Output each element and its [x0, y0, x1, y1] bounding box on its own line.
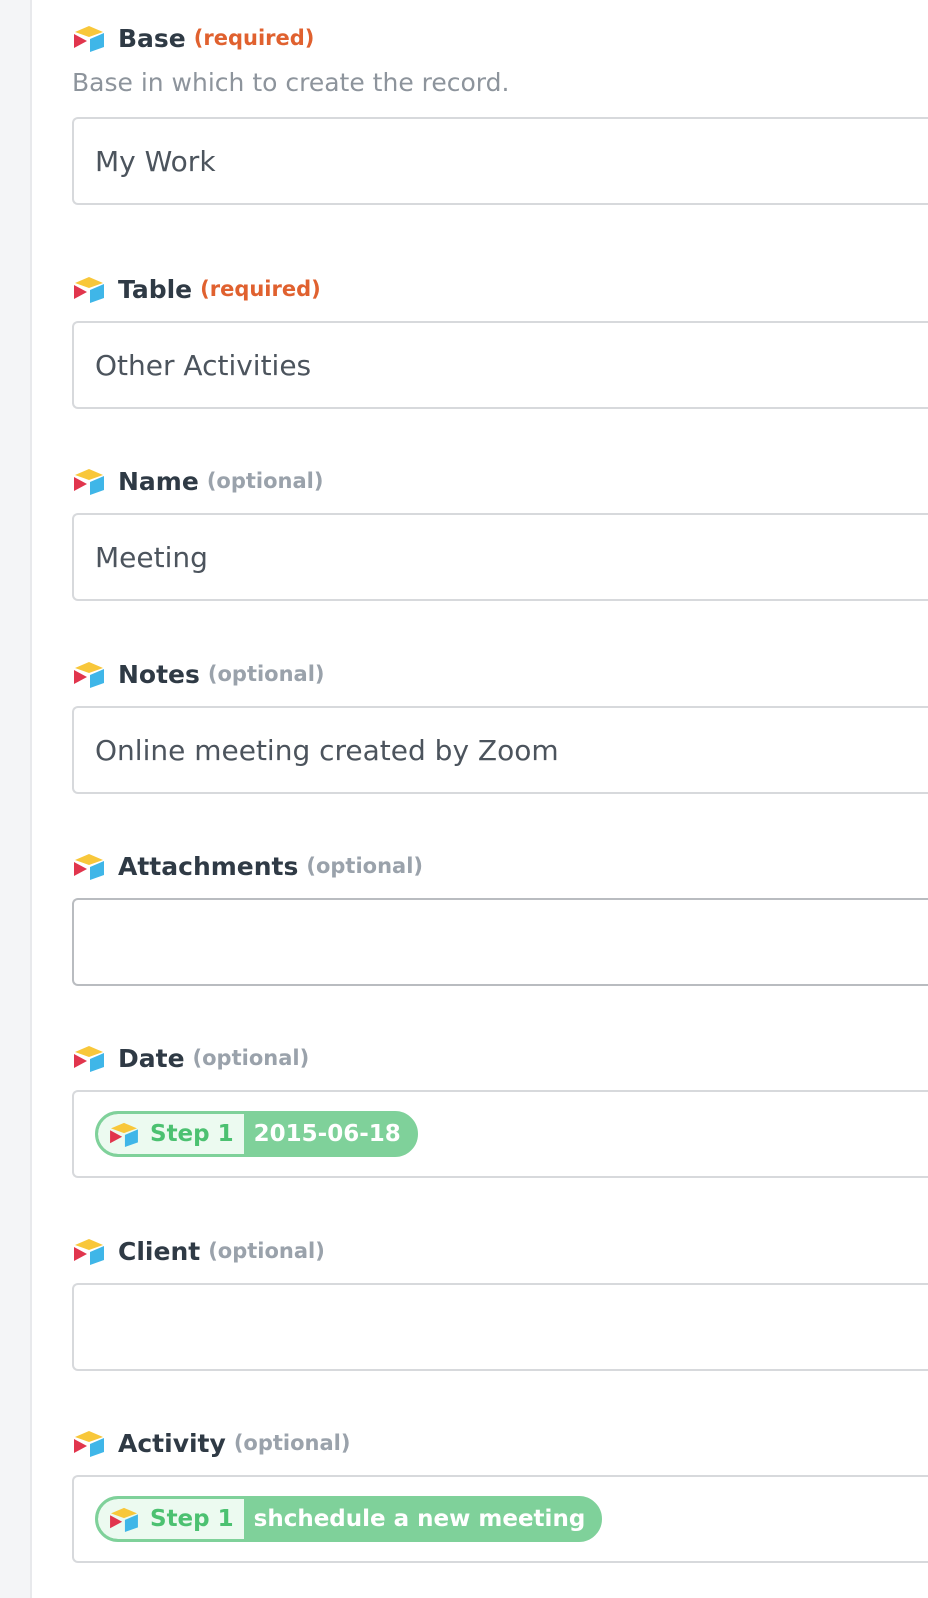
field-activity: Activity (optional) Step 1 shchedule a n… — [72, 1423, 928, 1563]
airtable-app-icon — [74, 1239, 104, 1265]
field-name-row: Name (optional) Meeting — [72, 461, 928, 601]
mapped-field-pill[interactable]: Step 1 shchedule a new meeting — [95, 1496, 603, 1542]
pill-step: Step 1 — [98, 1114, 244, 1154]
field-help-text: Base in which to create the record. — [72, 68, 510, 97]
airtable-app-icon — [74, 1046, 104, 1072]
field-name: Name — [118, 466, 199, 496]
airtable-app-icon — [74, 1431, 104, 1457]
field-name: Client — [118, 1236, 201, 1266]
name-input[interactable]: Meeting — [72, 513, 928, 601]
field-table: Table (required) Other Activities — [72, 269, 928, 409]
field-notes: Notes (optional) Online meeting created … — [72, 654, 928, 794]
airtable-app-icon — [74, 277, 104, 303]
optional-tag: (optional) — [208, 1239, 325, 1263]
optional-tag: (optional) — [192, 1046, 310, 1070]
field-name: Date — [118, 1043, 185, 1073]
optional-tag: (optional) — [233, 1431, 351, 1455]
pill-step-label: Step 1 — [150, 1121, 234, 1147]
field-date: Date (optional) Step 1 2015-06-18 — [72, 1038, 928, 1178]
field-name: Notes — [118, 659, 200, 689]
field-label: Client (optional) — [72, 1231, 928, 1271]
client-input[interactable] — [72, 1283, 928, 1371]
mapped-field-pill[interactable]: Step 1 2015-06-18 — [95, 1111, 418, 1157]
field-client: Client (optional) — [72, 1231, 928, 1371]
field-name: Activity — [118, 1428, 226, 1458]
optional-tag: (optional) — [206, 469, 324, 493]
airtable-app-icon — [74, 26, 104, 52]
date-input[interactable]: Step 1 2015-06-18 — [72, 1090, 928, 1178]
optional-tag: (optional) — [207, 662, 325, 686]
activity-input[interactable]: Step 1 shchedule a new meeting — [72, 1475, 928, 1563]
required-tag: (required) — [193, 26, 315, 50]
field-name: Table — [118, 274, 193, 304]
pill-step: Step 1 — [98, 1499, 244, 1539]
field-base: Base (required) Base in which to create … — [72, 18, 928, 205]
airtable-app-icon — [74, 469, 104, 495]
notes-input[interactable]: Online meeting created by Zoom — [72, 706, 928, 794]
pill-step-label: Step 1 — [150, 1506, 234, 1532]
field-name: Base — [118, 23, 186, 53]
field-label: Name (optional) — [72, 461, 928, 501]
airtable-app-icon — [74, 662, 104, 688]
field-attachments: Attachments (optional) — [72, 846, 928, 986]
table-input[interactable]: Other Activities — [72, 321, 928, 409]
field-label: Notes (optional) — [72, 654, 928, 694]
record-form: Base (required) Base in which to create … — [0, 0, 928, 1598]
airtable-app-icon — [110, 1122, 138, 1147]
field-label: Activity (optional) — [72, 1423, 928, 1463]
airtable-app-icon — [74, 854, 104, 880]
pill-value: shchedule a new meeting — [253, 1506, 586, 1532]
field-label: Date (optional) — [72, 1038, 928, 1078]
optional-tag: (optional) — [306, 854, 424, 878]
base-input[interactable]: My Work — [72, 117, 928, 205]
airtable-app-icon — [110, 1507, 138, 1532]
field-label: Table (required) — [72, 269, 928, 309]
field-name: Attachments — [118, 851, 299, 881]
field-label: Base (required) — [72, 18, 928, 58]
required-tag: (required) — [200, 277, 321, 301]
attachments-input[interactable] — [72, 898, 928, 986]
pill-value: 2015-06-18 — [253, 1121, 401, 1147]
field-label: Attachments (optional) — [72, 846, 928, 886]
